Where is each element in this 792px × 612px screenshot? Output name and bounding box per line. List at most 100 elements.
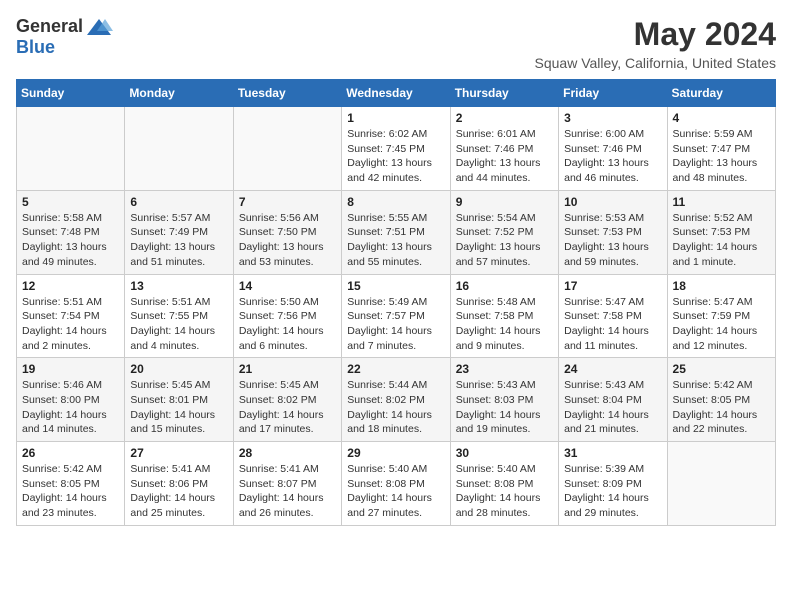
weekday-header-monday: Monday <box>125 80 233 107</box>
calendar-cell: 26Sunrise: 5:42 AM Sunset: 8:05 PM Dayli… <box>17 442 125 526</box>
day-number: 5 <box>22 195 119 209</box>
calendar-week-row: 5Sunrise: 5:58 AM Sunset: 7:48 PM Daylig… <box>17 190 776 274</box>
calendar-cell: 15 Sunrise: 5:49 AM Sunset: 7:57 PM Dayli… <box>342 274 450 358</box>
logo-general-text: General <box>16 16 83 37</box>
calendar-cell: 24 Sunrise: 5:43 AM Sunset: 8:04 PM Dayli… <box>559 358 667 442</box>
calendar-cell: 17 Sunrise: 5:47 AM Sunset: 7:58 PM Dayli… <box>559 274 667 358</box>
day-info: Sunrise: 5:40 AM Sunset: 8:08 PM Dayligh… <box>456 462 553 521</box>
day-number: 14 <box>239 279 336 293</box>
day-info: Sunrise: 5:47 AM Sunset: 7:58 PM Dayligh… <box>564 295 661 354</box>
calendar-cell <box>125 107 233 191</box>
calendar-cell: 5Sunrise: 5:58 AM Sunset: 7:48 PM Daylig… <box>17 190 125 274</box>
day-info: Sunrise: 5:47 AM Sunset: 7:59 PM Dayligh… <box>673 295 770 354</box>
day-number: 4 <box>673 111 770 125</box>
day-number: 18 <box>673 279 770 293</box>
day-info: Sunrise: 5:57 AM Sunset: 7:49 PM Dayligh… <box>130 211 227 270</box>
weekday-header-wednesday: Wednesday <box>342 80 450 107</box>
title-area: May 2024 Squaw Valley, California, Unite… <box>535 16 777 71</box>
calendar-cell: 21 Sunrise: 5:45 AM Sunset: 8:02 PM Dayli… <box>233 358 341 442</box>
calendar-cell <box>233 107 341 191</box>
calendar-cell: 7 Sunrise: 5:56 AM Sunset: 7:50 PM Daylig… <box>233 190 341 274</box>
month-year: May 2024 <box>535 16 777 53</box>
weekday-header-row: SundayMondayTuesdayWednesdayThursdayFrid… <box>17 80 776 107</box>
logo: General Blue <box>16 16 113 58</box>
calendar-cell: 20Sunrise: 5:45 AM Sunset: 8:01 PM Dayli… <box>125 358 233 442</box>
day-number: 2 <box>456 111 553 125</box>
day-info: Sunrise: 5:51 AM Sunset: 7:55 PM Dayligh… <box>130 295 227 354</box>
day-info: Sunrise: 5:44 AM Sunset: 8:02 PM Dayligh… <box>347 378 444 437</box>
day-info: Sunrise: 5:51 AM Sunset: 7:54 PM Dayligh… <box>22 295 119 354</box>
day-info: Sunrise: 5:53 AM Sunset: 7:53 PM Dayligh… <box>564 211 661 270</box>
logo-icon <box>85 17 113 37</box>
header: General Blue May 2024 Squaw Valley, Cali… <box>16 16 776 71</box>
day-number: 25 <box>673 362 770 376</box>
calendar-cell: 6Sunrise: 5:57 AM Sunset: 7:49 PM Daylig… <box>125 190 233 274</box>
calendar-cell: 13 Sunrise: 5:51 AM Sunset: 7:55 PM Dayli… <box>125 274 233 358</box>
calendar-cell: 19Sunrise: 5:46 AM Sunset: 8:00 PM Dayli… <box>17 358 125 442</box>
day-info: Sunrise: 5:48 AM Sunset: 7:58 PM Dayligh… <box>456 295 553 354</box>
calendar-cell: 30 Sunrise: 5:40 AM Sunset: 8:08 PM Dayli… <box>450 442 558 526</box>
calendar-cell: 8Sunrise: 5:55 AM Sunset: 7:51 PM Daylig… <box>342 190 450 274</box>
day-number: 27 <box>130 446 227 460</box>
calendar-cell: 25 Sunrise: 5:42 AM Sunset: 8:05 PM Dayli… <box>667 358 775 442</box>
day-info: Sunrise: 5:52 AM Sunset: 7:53 PM Dayligh… <box>673 211 770 270</box>
day-number: 3 <box>564 111 661 125</box>
weekday-header-sunday: Sunday <box>17 80 125 107</box>
day-number: 24 <box>564 362 661 376</box>
day-info: Sunrise: 5:41 AM Sunset: 8:07 PM Dayligh… <box>239 462 336 521</box>
day-number: 21 <box>239 362 336 376</box>
calendar-cell: 22 Sunrise: 5:44 AM Sunset: 8:02 PM Dayli… <box>342 358 450 442</box>
day-info: Sunrise: 5:39 AM Sunset: 8:09 PM Dayligh… <box>564 462 661 521</box>
day-number: 19 <box>22 362 119 376</box>
day-info: Sunrise: 6:02 AM Sunset: 7:45 PM Dayligh… <box>347 127 444 186</box>
day-number: 9 <box>456 195 553 209</box>
calendar-cell: 12 Sunrise: 5:51 AM Sunset: 7:54 PM Dayli… <box>17 274 125 358</box>
calendar-cell: 31Sunrise: 5:39 AM Sunset: 8:09 PM Dayli… <box>559 442 667 526</box>
day-number: 28 <box>239 446 336 460</box>
weekday-header-friday: Friday <box>559 80 667 107</box>
day-info: Sunrise: 5:42 AM Sunset: 8:05 PM Dayligh… <box>673 378 770 437</box>
day-info: Sunrise: 5:43 AM Sunset: 8:03 PM Dayligh… <box>456 378 553 437</box>
day-number: 12 <box>22 279 119 293</box>
day-info: Sunrise: 5:40 AM Sunset: 8:08 PM Dayligh… <box>347 462 444 521</box>
day-number: 30 <box>456 446 553 460</box>
day-number: 8 <box>347 195 444 209</box>
weekday-header-tuesday: Tuesday <box>233 80 341 107</box>
day-number: 16 <box>456 279 553 293</box>
calendar-cell: 11 Sunrise: 5:52 AM Sunset: 7:53 PM Dayli… <box>667 190 775 274</box>
weekday-header-thursday: Thursday <box>450 80 558 107</box>
calendar-cell: 9 Sunrise: 5:54 AM Sunset: 7:52 PM Daylig… <box>450 190 558 274</box>
logo-blue-text: Blue <box>16 37 55 58</box>
day-info: Sunrise: 6:01 AM Sunset: 7:46 PM Dayligh… <box>456 127 553 186</box>
day-info: Sunrise: 5:59 AM Sunset: 7:47 PM Dayligh… <box>673 127 770 186</box>
day-info: Sunrise: 5:49 AM Sunset: 7:57 PM Dayligh… <box>347 295 444 354</box>
day-number: 13 <box>130 279 227 293</box>
calendar-cell: 4 Sunrise: 5:59 AM Sunset: 7:47 PM Daylig… <box>667 107 775 191</box>
day-number: 17 <box>564 279 661 293</box>
calendar-cell: 28 Sunrise: 5:41 AM Sunset: 8:07 PM Dayli… <box>233 442 341 526</box>
calendar-week-row: 12 Sunrise: 5:51 AM Sunset: 7:54 PM Dayli… <box>17 274 776 358</box>
day-number: 7 <box>239 195 336 209</box>
day-info: Sunrise: 5:43 AM Sunset: 8:04 PM Dayligh… <box>564 378 661 437</box>
calendar-week-row: 26Sunrise: 5:42 AM Sunset: 8:05 PM Dayli… <box>17 442 776 526</box>
location: Squaw Valley, California, United States <box>535 55 777 71</box>
day-info: Sunrise: 5:56 AM Sunset: 7:50 PM Dayligh… <box>239 211 336 270</box>
calendar-week-row: 1 Sunrise: 6:02 AM Sunset: 7:45 PM Daylig… <box>17 107 776 191</box>
day-number: 10 <box>564 195 661 209</box>
day-info: Sunrise: 5:45 AM Sunset: 8:02 PM Dayligh… <box>239 378 336 437</box>
calendar-cell: 27 Sunrise: 5:41 AM Sunset: 8:06 PM Dayli… <box>125 442 233 526</box>
calendar-cell: 3Sunrise: 6:00 AM Sunset: 7:46 PM Daylig… <box>559 107 667 191</box>
day-info: Sunrise: 5:41 AM Sunset: 8:06 PM Dayligh… <box>130 462 227 521</box>
day-number: 20 <box>130 362 227 376</box>
day-number: 23 <box>456 362 553 376</box>
calendar-cell: 16 Sunrise: 5:48 AM Sunset: 7:58 PM Dayli… <box>450 274 558 358</box>
day-number: 1 <box>347 111 444 125</box>
calendar-cell: 1 Sunrise: 6:02 AM Sunset: 7:45 PM Daylig… <box>342 107 450 191</box>
day-number: 22 <box>347 362 444 376</box>
day-number: 11 <box>673 195 770 209</box>
calendar-week-row: 19Sunrise: 5:46 AM Sunset: 8:00 PM Dayli… <box>17 358 776 442</box>
calendar-cell: 14Sunrise: 5:50 AM Sunset: 7:56 PM Dayli… <box>233 274 341 358</box>
calendar-table: SundayMondayTuesdayWednesdayThursdayFrid… <box>16 79 776 526</box>
day-number: 15 <box>347 279 444 293</box>
day-info: Sunrise: 5:54 AM Sunset: 7:52 PM Dayligh… <box>456 211 553 270</box>
